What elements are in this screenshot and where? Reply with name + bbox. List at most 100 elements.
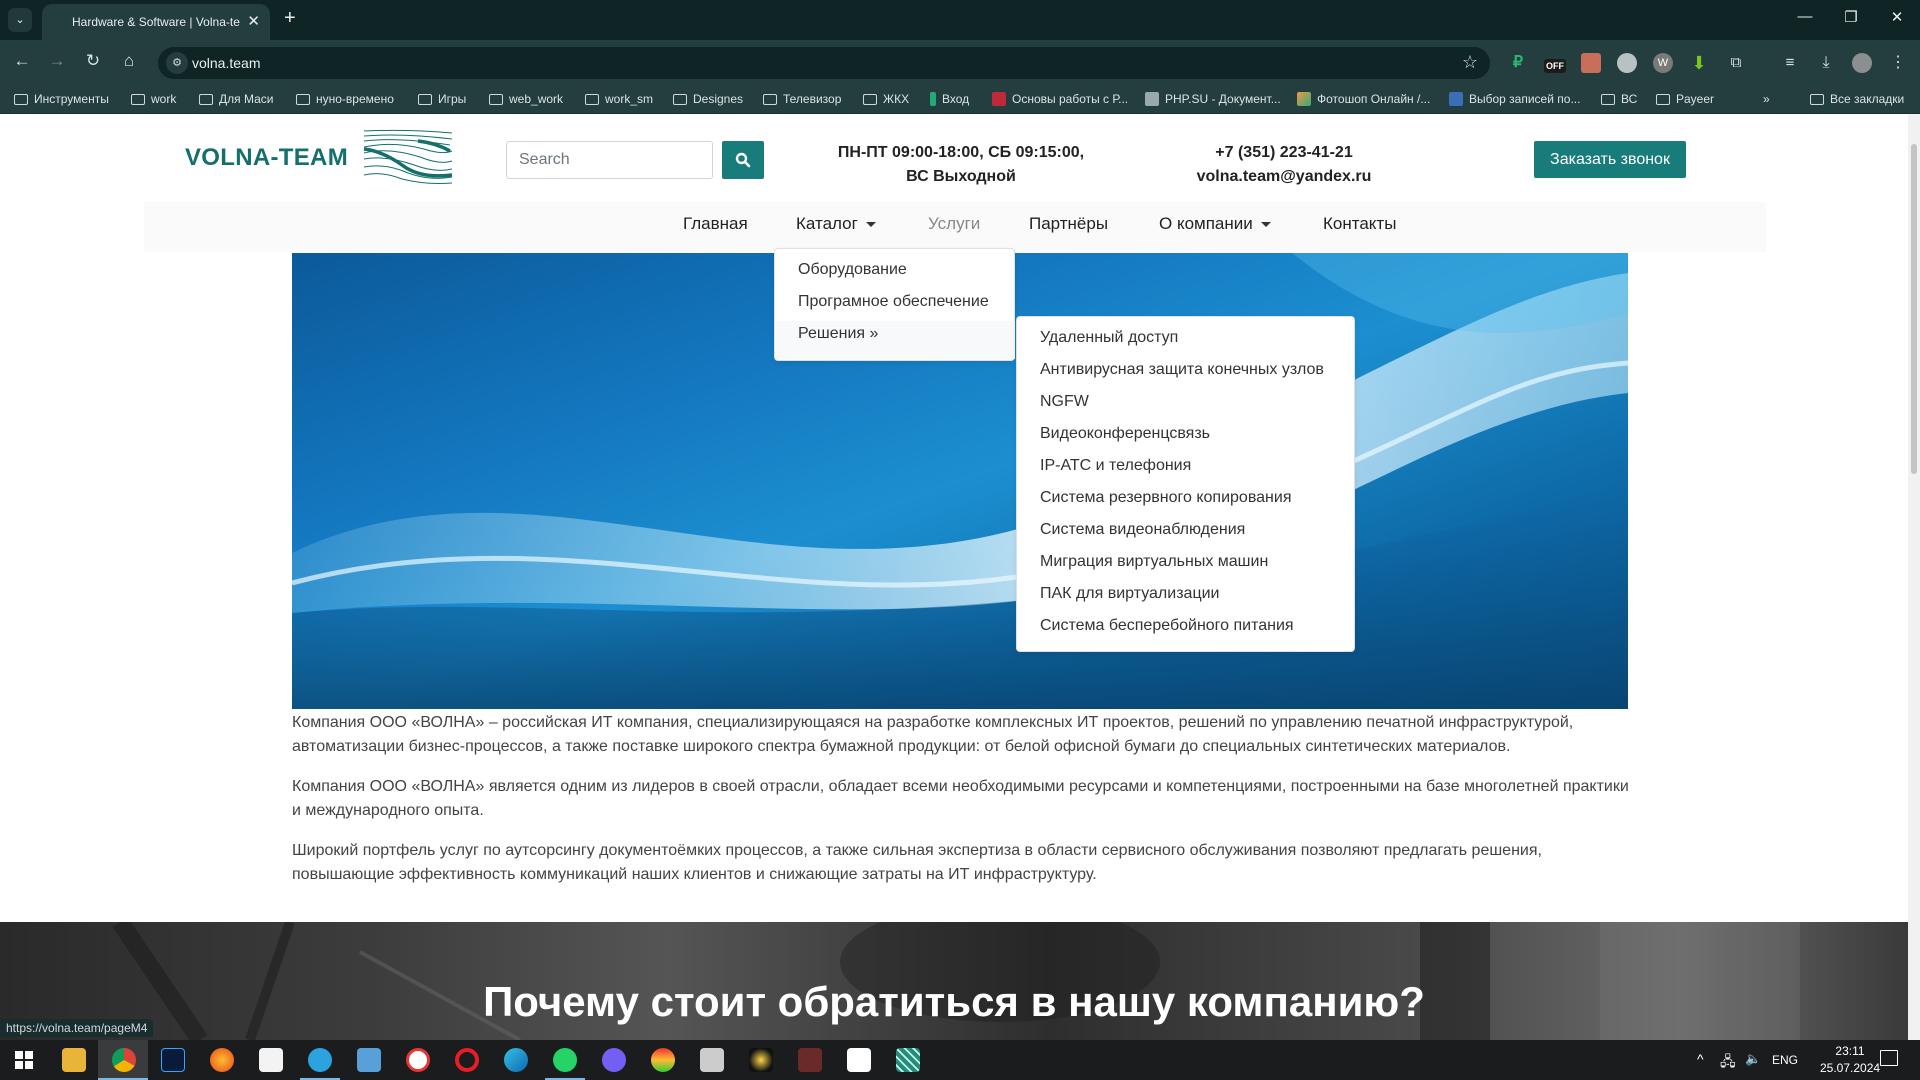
- restore-icon[interactable]: ❐: [1836, 8, 1866, 26]
- photoshop-icon[interactable]: [161, 1048, 185, 1072]
- tray-expand-icon[interactable]: ^: [1697, 1051, 1704, 1067]
- more-bookmarks-button[interactable]: »: [1763, 92, 1770, 106]
- bookmark-folder[interactable]: work: [131, 92, 176, 106]
- bookmark-folder[interactable]: Игры: [418, 92, 466, 106]
- nav-catalog[interactable]: Каталог: [796, 214, 876, 234]
- nav-partners[interactable]: Партнёры: [1029, 214, 1108, 234]
- telegram-icon[interactable]: [308, 1048, 332, 1072]
- opera-icon[interactable]: [455, 1048, 479, 1072]
- bookmark-link[interactable]: Вход: [930, 92, 969, 106]
- bookmark-folder[interactable]: ЖКХ: [863, 92, 909, 106]
- search-button[interactable]: [722, 141, 764, 179]
- bookmark-folder[interactable]: Для Маси: [199, 92, 273, 106]
- bookmark-folder[interactable]: Инструменты: [14, 92, 109, 106]
- extensions-puzzle-icon[interactable]: ⧉: [1726, 53, 1746, 73]
- network-icon[interactable]: 🖧: [1720, 1051, 1736, 1075]
- browser-menu-icon[interactable]: ⋮: [1888, 53, 1908, 73]
- menu-item-solutions[interactable]: Решения »: [798, 325, 878, 343]
- bookmark-star-icon[interactable]: ☆: [1462, 52, 1478, 73]
- bookmark-link[interactable]: Выбор записей по...: [1449, 92, 1580, 106]
- bookmark-link[interactable]: Фотошоп Онлайн /...: [1297, 92, 1430, 106]
- firefox-icon[interactable]: [210, 1048, 234, 1072]
- menu-item-software[interactable]: Програмное обеспечение: [798, 293, 989, 311]
- chrome-icon[interactable]: [112, 1048, 136, 1072]
- submenu-item[interactable]: NGFW: [1040, 393, 1089, 411]
- clock-time[interactable]: 23:11: [1820, 1044, 1880, 1058]
- bookmark-folder[interactable]: нуно-времено: [296, 92, 394, 106]
- page-scrollbar[interactable]: [1908, 114, 1920, 1040]
- whatsapp-icon[interactable]: [553, 1048, 577, 1072]
- address-url[interactable]: volna.team: [192, 55, 260, 71]
- bookmark-folder[interactable]: ВС: [1601, 92, 1637, 106]
- rainbow-app-icon[interactable]: [651, 1048, 675, 1072]
- submenu-item[interactable]: Система видеонаблюдения: [1040, 521, 1245, 539]
- submenu-item[interactable]: Удаленный доступ: [1040, 329, 1178, 347]
- windows-start-icon[interactable]: [12, 1048, 36, 1072]
- home-icon[interactable]: ⌂: [117, 51, 141, 71]
- notifications-icon[interactable]: [1880, 1050, 1898, 1066]
- download-arrow-extension-icon[interactable]: ⬇: [1689, 53, 1709, 73]
- off-extension-icon[interactable]: OFF: [1544, 59, 1566, 73]
- profile-avatar[interactable]: [1852, 53, 1872, 73]
- menu-item-hardware[interactable]: Оборудование: [798, 261, 907, 279]
- w-extension-icon[interactable]: W: [1653, 53, 1673, 73]
- minimize-icon[interactable]: —: [1790, 8, 1820, 25]
- site-logo-text[interactable]: VOLNA-TEAM: [185, 144, 348, 172]
- email-address[interactable]: volna.team@yandex.ru: [1184, 165, 1384, 189]
- downloads-icon[interactable]: ⤓: [1816, 53, 1836, 73]
- ecip-app-icon[interactable]: [847, 1048, 871, 1072]
- all-bookmarks-folder[interactable]: Все закладки: [1810, 92, 1904, 106]
- globe-extension-icon[interactable]: [1617, 53, 1637, 73]
- submenu-item[interactable]: ПАК для виртуализации: [1040, 585, 1219, 603]
- app-window-icon[interactable]: [357, 1048, 381, 1072]
- nav-services[interactable]: Услуги: [928, 214, 980, 234]
- bookmark-folder[interactable]: Designes: [673, 92, 743, 106]
- phone-number[interactable]: +7 (351) 223-41-21: [1184, 141, 1384, 165]
- app-icon[interactable]: [700, 1048, 724, 1072]
- forward-icon[interactable]: →: [45, 51, 69, 71]
- scrollbar-thumb[interactable]: [1911, 144, 1917, 474]
- bookmark-folder[interactable]: Payeer: [1656, 92, 1714, 106]
- bookmark-folder[interactable]: work_sm: [585, 92, 653, 106]
- bookmark-folder[interactable]: Телевизор: [763, 92, 841, 106]
- back-icon[interactable]: ←: [10, 51, 34, 71]
- close-tab-icon[interactable]: ✕: [247, 12, 260, 30]
- submenu-item[interactable]: IP-АТС и телефония: [1040, 457, 1191, 475]
- nav-contacts[interactable]: Контакты: [1323, 214, 1396, 234]
- language-indicator[interactable]: ENG: [1772, 1053, 1798, 1067]
- ruble-extension-icon[interactable]: ₽: [1508, 53, 1528, 73]
- bookmark-link[interactable]: Основы работы с Р...: [992, 92, 1128, 106]
- new-tab-button[interactable]: +: [284, 7, 296, 30]
- edge-icon[interactable]: [504, 1048, 528, 1072]
- nav-home[interactable]: Главная: [683, 214, 748, 234]
- request-callback-button[interactable]: Заказать звонок: [1534, 141, 1686, 178]
- browser-tab-active[interactable]: Hardware & Software | Volna-team ✕: [42, 4, 270, 40]
- bookmark-folder[interactable]: web_work: [489, 92, 563, 106]
- nav-about[interactable]: О компании: [1159, 214, 1271, 234]
- burst-app-icon[interactable]: [749, 1048, 773, 1072]
- site-info-icon[interactable]: ⚙: [166, 52, 188, 74]
- viber-icon[interactable]: [602, 1048, 626, 1072]
- submenu-item[interactable]: Видеоконференцсвязь: [1040, 425, 1210, 443]
- yandex-browser-icon[interactable]: [406, 1048, 430, 1072]
- address-bar[interactable]: ⚙ volna.team ☆: [158, 47, 1490, 79]
- screenshot-extension-icon[interactable]: [1581, 53, 1601, 73]
- caret-down-icon: [865, 222, 876, 228]
- search-input[interactable]: [506, 141, 713, 179]
- microsoft-store-icon[interactable]: [259, 1048, 283, 1072]
- chip-app-icon[interactable]: [798, 1048, 822, 1072]
- submenu-item[interactable]: Миграция виртуальных машин: [1040, 553, 1268, 571]
- reload-icon[interactable]: ↻: [81, 51, 105, 71]
- volume-icon[interactable]: 🔈: [1745, 1051, 1761, 1067]
- submenu-item[interactable]: Система бесперебойного питания: [1040, 617, 1294, 635]
- close-window-icon[interactable]: ✕: [1882, 8, 1912, 26]
- pattern-app-icon[interactable]: [896, 1048, 920, 1072]
- media-control-icon[interactable]: ≡: [1780, 53, 1800, 73]
- bookmark-link[interactable]: PHP.SU - Документ...: [1145, 92, 1281, 106]
- file-explorer-icon[interactable]: [62, 1048, 86, 1072]
- submenu-item[interactable]: Система резервного копирования: [1040, 489, 1291, 507]
- clock-date[interactable]: 25.07.2024: [1820, 1061, 1880, 1075]
- submenu-item[interactable]: Антивирусная защита конечных узлов: [1040, 361, 1324, 379]
- browser-toolbar: ← → ↻ ⌂ ⚙ volna.team ☆ ₽ OFF W ⬇ ⧉ ≡ ⤓ ⋮: [0, 40, 1920, 86]
- tab-search-button[interactable]: ⌄: [8, 8, 32, 32]
